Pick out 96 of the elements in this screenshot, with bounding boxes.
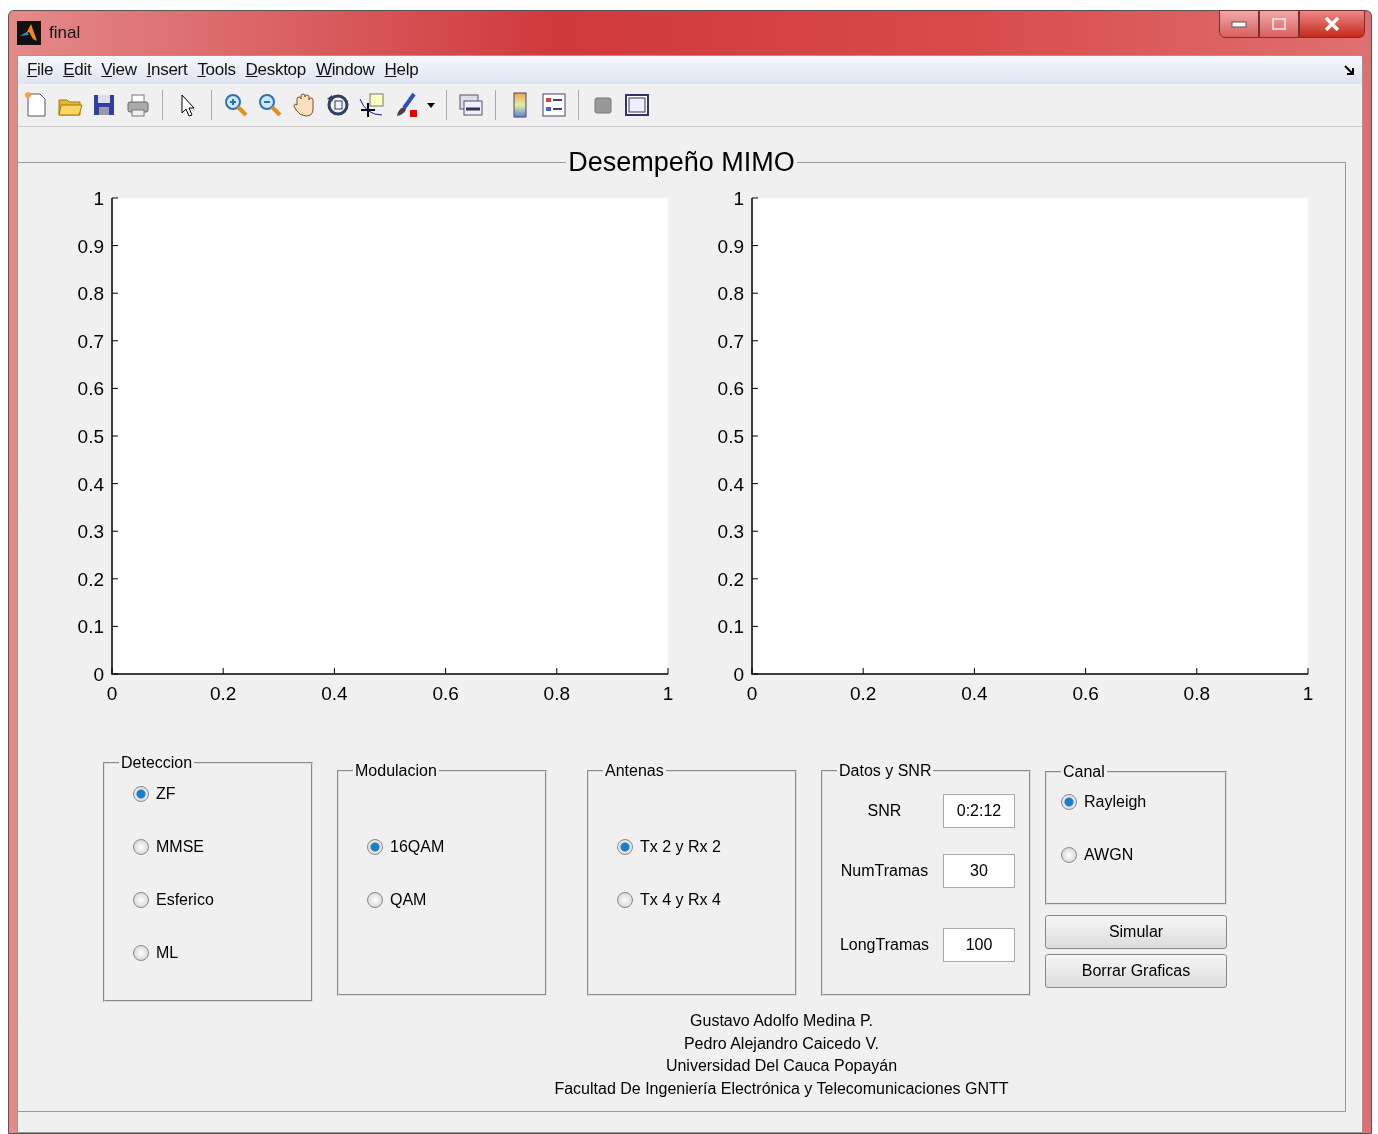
- window-title: final: [49, 23, 82, 43]
- y-tick-label: 0: [733, 664, 744, 685]
- y-tick-label: 0.5: [77, 426, 104, 447]
- x-tick-label: 1: [1302, 683, 1314, 704]
- radio-label[interactable]: Tx 2 y Rx 2: [640, 838, 721, 856]
- x-tick-label: 0.2: [210, 683, 237, 704]
- y-tick-label: 0.9: [717, 235, 744, 257]
- x-tick-label: 0.8: [1183, 683, 1210, 704]
- menu-item[interactable]: Tools: [192, 60, 241, 80]
- y-tick-label: 1: [733, 188, 744, 209]
- group-title: Deteccion: [120, 754, 194, 772]
- y-tick-label: 0.4: [77, 473, 104, 495]
- zoom-out-icon[interactable]: [256, 91, 284, 119]
- data-cursor-icon[interactable]: [358, 91, 386, 119]
- radio-button[interactable]: [617, 839, 633, 855]
- panel-title: Desempeño MIMO: [567, 147, 796, 178]
- field-label: SNR: [866, 802, 903, 820]
- radio-button[interactable]: [1061, 847, 1077, 863]
- credit-line: Facultad De Ingeniería Electrónica y Telecomunicaciones GNTT: [554, 1078, 1009, 1099]
- frame-icon[interactable]: [623, 91, 651, 119]
- radio-button[interactable]: [367, 839, 383, 855]
- y-tick-label: 0.6: [717, 378, 744, 400]
- group-title: Canal: [1062, 763, 1106, 781]
- y-tick-label: 0: [93, 664, 104, 685]
- radio-button[interactable]: [367, 892, 383, 908]
- close-icon: [1324, 17, 1340, 31]
- field-label: LongTramas: [838, 936, 931, 954]
- radio-label[interactable]: Esferico: [156, 891, 214, 909]
- radio-label[interactable]: MMSE: [156, 838, 204, 856]
- link-icon[interactable]: [457, 91, 485, 119]
- x-tick-label: 0.6: [432, 683, 459, 704]
- y-tick-label: 0.1: [717, 616, 744, 638]
- y-tick-label: 0.8: [77, 283, 104, 305]
- radio-button[interactable]: [133, 839, 149, 855]
- radio-label[interactable]: Tx 4 y Rx 4: [640, 891, 721, 909]
- x-tick-label: 0.4: [321, 683, 348, 704]
- menu-item[interactable]: Insert: [141, 60, 193, 80]
- x-tick-label: 0: [106, 683, 118, 704]
- print-icon[interactable]: [124, 91, 152, 119]
- text-field[interactable]: 0:2:12: [943, 794, 1015, 828]
- x-tick-label: 0.8: [543, 683, 570, 704]
- radio-button[interactable]: [133, 892, 149, 908]
- y-tick-label: 0.4: [717, 473, 744, 495]
- menu-item[interactable]: Desktop: [240, 60, 311, 80]
- credit-line: Universidad Del Cauca Popayán: [665, 1056, 898, 1076]
- action-button[interactable]: Simular: [1045, 915, 1227, 949]
- radio-label[interactable]: QAM: [390, 891, 427, 909]
- menu-item[interactable]: View: [96, 60, 142, 80]
- credit-line: Pedro Alejandro Caicedo V.: [683, 1033, 880, 1054]
- x-tick-label: 0.4: [961, 683, 988, 704]
- maximize-icon: [1272, 18, 1286, 30]
- x-tick-label: 1: [662, 683, 674, 704]
- radio-button[interactable]: [617, 892, 633, 908]
- menu-item[interactable]: Edit: [58, 60, 97, 80]
- action-button[interactable]: Borrar Graficas: [1045, 954, 1227, 988]
- radio-label[interactable]: Rayleigh: [1084, 793, 1147, 811]
- x-tick-label: 0: [746, 683, 758, 704]
- menu-item[interactable]: Help: [379, 60, 424, 80]
- zoom-in-icon[interactable]: [222, 91, 250, 119]
- x-tick-label: 0.6: [1072, 683, 1099, 704]
- menu-item[interactable]: Window: [310, 60, 380, 80]
- close-button[interactable]: [1299, 10, 1365, 38]
- y-tick-label: 0.7: [77, 330, 104, 352]
- credit-line: Gustavo Adolfo Medina P.: [690, 1011, 873, 1031]
- radio-button[interactable]: [133, 786, 149, 802]
- group-title: Modulacion: [354, 762, 438, 780]
- maximize-button[interactable]: [1259, 10, 1299, 38]
- minimize-button[interactable]: [1219, 10, 1259, 38]
- y-tick-label: 0.3: [717, 521, 744, 543]
- radio-button[interactable]: [133, 945, 149, 961]
- app-icon: [17, 21, 41, 45]
- y-tick-label: 0.8: [717, 283, 744, 305]
- radio-label[interactable]: ML: [156, 944, 179, 962]
- x-tick-label: 0.2: [850, 683, 877, 704]
- y-tick-label: 1: [93, 188, 104, 209]
- dock-arrow-icon[interactable]: [1344, 64, 1356, 76]
- legend-icon[interactable]: [540, 91, 568, 119]
- y-tick-label: 0.9: [77, 235, 104, 257]
- y-tick-label: 0.5: [717, 426, 744, 447]
- radio-label[interactable]: 16QAM: [390, 838, 445, 856]
- radio-button[interactable]: [1061, 794, 1077, 810]
- radio-label[interactable]: ZF: [156, 785, 176, 803]
- minimize-icon: [1231, 20, 1247, 28]
- text-field[interactable]: 100: [943, 928, 1015, 962]
- text-field[interactable]: 30: [943, 854, 1015, 888]
- menu-item[interactable]: File: [22, 60, 59, 80]
- y-tick-label: 0.7: [717, 330, 744, 352]
- group-title: Antenas: [604, 762, 665, 780]
- y-tick-label: 0.1: [77, 616, 104, 638]
- y-tick-label: 0.6: [77, 378, 104, 400]
- y-tick-label: 0.3: [77, 521, 104, 543]
- radio-label[interactable]: AWGN: [1084, 846, 1134, 864]
- y-tick-label: 0.2: [77, 568, 104, 590]
- y-tick-label: 0.2: [717, 568, 744, 590]
- field-label: NumTramas: [839, 862, 930, 880]
- group-title: Datos y SNR: [838, 762, 933, 780]
